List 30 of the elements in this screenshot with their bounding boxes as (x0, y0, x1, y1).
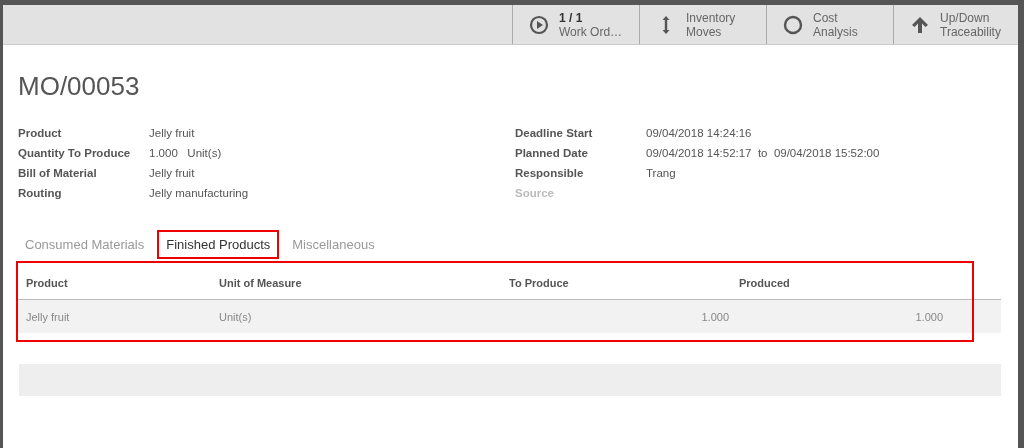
field-label: Bill of Material (18, 167, 98, 179)
field-label: Quantity To Produce (18, 147, 132, 159)
field-label: Deadline Start (515, 127, 594, 139)
field-value: Jelly manufacturing (149, 187, 249, 199)
column-header: Unit of Measure (218, 277, 303, 289)
field-value: 09/04/2018 14:24:16 (646, 127, 752, 139)
table-cell-text: 1.000 (700, 310, 729, 323)
tab[interactable]: Consumed Materials (16, 229, 154, 259)
field-label: Routing (18, 187, 63, 199)
tab[interactable]: Finished Products (157, 229, 280, 259)
tab[interactable]: Miscellaneous (283, 229, 384, 259)
field-label: Planned Date (515, 147, 589, 159)
field-value: 1.000 Unit(s) (149, 147, 222, 159)
column-header: Product (25, 277, 69, 289)
circle-icon (783, 14, 803, 35)
table-cell-text: Unit(s) (218, 310, 253, 323)
field-value: 09/04/2018 14:52:17 to 09/04/2018 15:52:00 (646, 147, 880, 159)
field-value: Jelly fruit (149, 167, 195, 179)
column-header: To Produce (509, 277, 570, 289)
column-header: Produced (739, 277, 791, 289)
up-arrow-icon (910, 14, 930, 35)
table-cell-text: 1.000 (914, 310, 944, 323)
field-value: Trang (646, 167, 676, 179)
field-label: Responsible (515, 167, 585, 179)
record-title: MO/00053 (17, 70, 141, 103)
field-value: Jelly fruit (149, 127, 195, 139)
table-cell-text: Jelly fruit (25, 310, 71, 323)
field-label: Product (18, 127, 63, 139)
field-label: Source (515, 187, 555, 199)
play-icon (529, 14, 549, 35)
